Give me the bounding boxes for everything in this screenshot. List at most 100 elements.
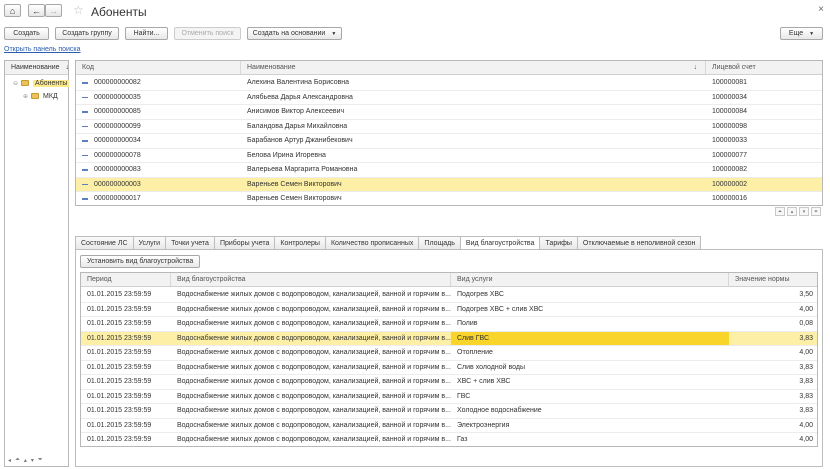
first-icon[interactable]: ⏶	[15, 457, 20, 464]
table-row[interactable]: 000000000035 Алябьева Дарья Александровна…	[76, 91, 822, 105]
tab-4[interactable]: Контролеры	[274, 236, 326, 249]
down-icon[interactable]: ▾	[799, 207, 809, 216]
arrow-left-icon: ←	[32, 5, 41, 16]
table-row[interactable]: 01.01.2015 23:59:59 Водоснабжение жилых д…	[81, 419, 817, 433]
table-row[interactable]: 01.01.2015 23:59:59 Водоснабжение жилых д…	[81, 433, 817, 446]
tree-item-mkd[interactable]: ⊕ МКД	[23, 90, 58, 102]
group-tree: Наименование ↓ ⊖ Абоненты ⊕ МКД ◂ ⏶ ▴ ▾ …	[4, 60, 70, 467]
column-period[interactable]: Период	[81, 273, 171, 286]
cell-service-type: Подогрев ХВС	[457, 291, 504, 299]
first-icon[interactable]: ⏶	[775, 207, 785, 216]
home-icon: ⌂	[9, 5, 16, 16]
cancel-search-button[interactable]: Отменить поиск	[174, 27, 241, 40]
cell-period: 01.01.2015 23:59:59	[87, 378, 152, 386]
tab-9[interactable]: Отключаемые в неполивной сезон	[576, 236, 702, 249]
last-icon[interactable]: ⏷	[38, 457, 43, 464]
cell-account: 100000034	[712, 93, 748, 101]
back-button[interactable]: ←	[28, 4, 45, 17]
table-row[interactable]: 000000000082 Алехина Валентина Борисовна 1…	[76, 76, 822, 91]
folder-icon	[31, 93, 40, 99]
scroll-left-icon[interactable]: ◂	[8, 457, 11, 464]
cell-improvement-type: Водоснабжение жилых домов с водопроводом…	[177, 421, 451, 429]
table-row[interactable]: 01.01.2015 23:59:59 Водоснабжение жилых д…	[81, 303, 817, 317]
column-code[interactable]: Код	[76, 61, 241, 74]
set-improvement-type-button[interactable]: Установить вид благоустройства	[80, 255, 201, 268]
column-improvement-type[interactable]: Вид благоустройства	[171, 273, 451, 286]
tree-header[interactable]: Наименование ↓	[5, 61, 70, 75]
code-text: 000000000003	[94, 180, 141, 188]
table-row[interactable]: 000000000003 Вареньев Семен Викторович 100…	[76, 177, 822, 192]
cell-service-type: Полив	[457, 320, 478, 328]
cell-service-type: Газ	[457, 436, 468, 444]
table-row[interactable]: 01.01.2015 23:59:59 Водоснабжение жилых д…	[81, 361, 817, 375]
cell-period: 01.01.2015 23:59:59	[87, 334, 152, 342]
tab-3[interactable]: Приборы учета	[213, 236, 276, 249]
tab-5[interactable]: Количество прописанных	[324, 236, 420, 249]
last-icon[interactable]: ⏷	[811, 207, 821, 216]
cell-account: 100000016	[712, 195, 748, 203]
create-based-on-button[interactable]: Создать на основании ▼	[247, 27, 342, 40]
table-row[interactable]: 01.01.2015 23:59:59 Водоснабжение жилых д…	[81, 331, 817, 346]
tab-8[interactable]: Тарифы	[539, 236, 578, 249]
cell-period: 01.01.2015 23:59:59	[87, 349, 152, 357]
cell-improvement-type: Водоснабжение жилых домов с водопроводом…	[177, 363, 451, 371]
table-row[interactable]: 01.01.2015 23:59:59 Водоснабжение жилых д…	[81, 317, 817, 332]
create-group-button[interactable]: Создать группу	[55, 27, 119, 40]
table-row[interactable]: 01.01.2015 23:59:59 Водоснабжение жилых д…	[81, 404, 817, 419]
table-row[interactable]: 000000000085 Анисимов Виктор Алексеевич 10…	[76, 105, 822, 120]
table-row[interactable]: 01.01.2015 23:59:59 Водоснабжение жилых д…	[81, 390, 817, 404]
cell-name: Вареньев Семен Викторович	[247, 180, 342, 188]
collapse-icon[interactable]: ⊖	[13, 80, 18, 87]
favorite-star-icon[interactable]: ☆	[73, 3, 84, 17]
cell-norm-value: 4,00	[799, 436, 813, 444]
open-search-panel-link[interactable]: Открыть панель поиска	[4, 46, 81, 53]
column-norm-value[interactable]: Значение нормы	[729, 273, 817, 286]
expand-icon[interactable]: ⊕	[23, 93, 28, 100]
cell-name: Вареньев Семен Викторович	[247, 195, 342, 203]
cell-account: 100000098	[712, 122, 748, 130]
arrow-right-icon: →	[49, 5, 58, 16]
home-button[interactable]: ⌂	[4, 4, 21, 17]
forward-button[interactable]: →	[45, 4, 62, 17]
table-row[interactable]: 000000000034 Барабанов Артур Джанибекович…	[76, 134, 822, 149]
item-marker-icon	[82, 198, 88, 200]
sort-arrow-icon: ↓	[65, 64, 70, 71]
code-text: 000000000017	[94, 195, 141, 203]
table-row[interactable]: 000000000083 Валерьева Маргарита Романовн…	[76, 163, 822, 178]
up-icon[interactable]: ▴	[787, 207, 797, 216]
more-button[interactable]: Еще ▼	[780, 27, 823, 40]
cell-code: 000000000034	[76, 134, 241, 148]
tab-7[interactable]: Вид благоустройства	[459, 236, 541, 250]
cell-name: Анисимов Виктор Алексеевич	[247, 108, 345, 116]
code-text: 000000000099	[94, 122, 141, 130]
page-title: Абоненты	[91, 5, 147, 19]
cell-norm-value: 3,83	[799, 407, 813, 415]
table-row[interactable]: 000000000078 Белова Ирина Игоревна 1000000…	[76, 149, 822, 163]
tab-0[interactable]: Состояние ЛС	[75, 236, 134, 249]
cell-norm-value: 4,00	[799, 349, 813, 357]
close-icon[interactable]: ×	[818, 4, 824, 15]
cell-period: 01.01.2015 23:59:59	[87, 320, 152, 328]
tab-2[interactable]: Точки учета	[165, 236, 215, 249]
table-row[interactable]: 01.01.2015 23:59:59 Водоснабжение жилых д…	[81, 346, 817, 361]
sort-arrow-icon: ↓	[693, 64, 698, 71]
tab-6[interactable]: Площадь	[418, 236, 461, 249]
column-name[interactable]: Наименование ↓	[241, 61, 706, 74]
tree-item-abonenty[interactable]: ⊖ Абоненты	[13, 77, 70, 89]
cell-improvement-type: Водоснабжение жилых домов с водопроводом…	[177, 407, 451, 415]
up-icon[interactable]: ▴	[24, 457, 27, 464]
cell-norm-value: 3,50	[799, 291, 813, 299]
column-service-type[interactable]: Вид услуги	[451, 273, 729, 286]
table-row[interactable]: 01.01.2015 23:59:59 Водоснабжение жилых д…	[81, 288, 817, 303]
find-button[interactable]: Найти...	[125, 27, 168, 40]
column-account[interactable]: Лицевой счет	[706, 61, 822, 74]
create-button[interactable]: Создать	[4, 27, 49, 40]
cell-account: 100000077	[712, 151, 748, 159]
table-row[interactable]: 000000000099 Баландова Дарья Михайловна 10…	[76, 120, 822, 134]
subscribers-table: Код Наименование ↓ Лицевой счет 000000000…	[75, 60, 823, 206]
down-icon[interactable]: ▾	[31, 457, 34, 464]
more-label: Еще	[788, 30, 804, 37]
table-row[interactable]: 000000000017 Вареньев Семен Викторович 100…	[76, 192, 822, 205]
table-row[interactable]: 01.01.2015 23:59:59 Водоснабжение жилых д…	[81, 375, 817, 390]
tab-1[interactable]: Услуги	[132, 236, 167, 249]
